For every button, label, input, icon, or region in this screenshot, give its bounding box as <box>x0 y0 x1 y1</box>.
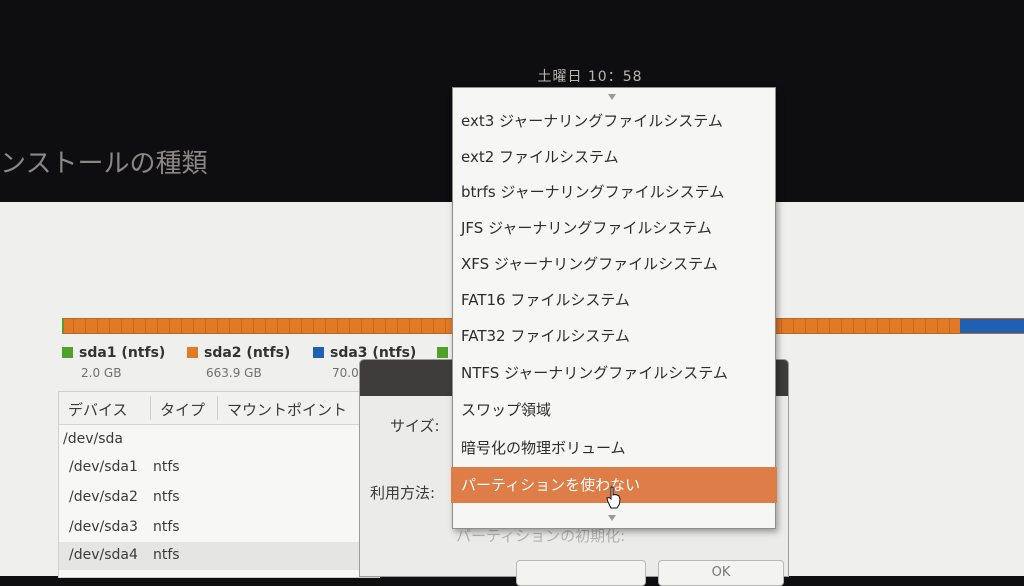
column-header-device[interactable]: デバイス <box>68 399 128 420</box>
legend-swatch <box>437 347 448 358</box>
menu-item-fat16[interactable]: FAT16 ファイルシステム <box>453 282 775 318</box>
menu-item-xfs[interactable]: XFS ジャーナリングファイルシステム <box>453 246 775 282</box>
menu-item-swap[interactable]: スワップ領域 <box>453 392 775 428</box>
legend-name: sda3 (ntfs) <box>330 345 417 361</box>
table-row[interactable]: /dev/sda1 ntfs <box>59 454 379 482</box>
device-cell: /dev/sda4 <box>69 547 138 563</box>
table-row-selected[interactable]: /dev/sda4 ntfs <box>59 542 379 570</box>
menu-item-ext2[interactable]: ext2 ファイルシステム <box>453 139 775 175</box>
column-divider <box>217 396 218 420</box>
partition-table[interactable]: デバイス タイプ マウントポイント /dev/sda /dev/sda1 ntf… <box>58 391 380 578</box>
table-header: デバイス タイプ マウントポイント <box>59 392 379 425</box>
legend-name: sda1 (ntfs) <box>79 345 166 361</box>
device-cell: /dev/sda <box>63 431 123 447</box>
disk-bar-segment-sda1 <box>62 319 64 333</box>
menu-item-btrfs[interactable]: btrfs ジャーナリングファイルシステム <box>453 174 775 210</box>
type-cell: ntfs <box>153 547 180 563</box>
menu-item-encrypted-volume[interactable]: 暗号化の物理ボリューム <box>453 430 775 466</box>
menu-item-fat32[interactable]: FAT32 ファイルシステム <box>453 318 775 354</box>
legend-swatch <box>187 347 198 358</box>
menu-item-jfs[interactable]: JFS ジャーナリングファイルシステム <box>453 210 775 246</box>
menu-item-ext3[interactable]: ext3 ジャーナリングファイルシステム <box>453 103 775 139</box>
type-cell: ntfs <box>153 489 180 505</box>
legend-size: 663.9 GB <box>206 366 262 380</box>
legend-name: sda2 (ntfs) <box>204 345 291 361</box>
type-cell: ntfs <box>153 519 180 535</box>
scroll-down-arrow-icon[interactable] <box>608 515 616 521</box>
device-cell: /dev/sda3 <box>69 519 138 535</box>
legend-item-sda1: sda1 (ntfs) 2.0 GB <box>62 345 165 380</box>
menu-item-ntfs[interactable]: NTFS ジャーナリングファイルシステム <box>453 355 775 391</box>
type-cell: ntfs <box>153 459 180 475</box>
table-row[interactable]: /dev/sda3 ntfs <box>59 514 379 542</box>
legend-swatch <box>313 347 324 358</box>
page-title: ンストールの種類 <box>0 149 208 179</box>
use-as-dropdown-menu[interactable]: ext3 ジャーナリングファイルシステム ext2 ファイルシステム btrfs… <box>451 87 777 529</box>
column-divider <box>150 396 151 420</box>
column-header-mountpoint[interactable]: マウントポイント <box>227 399 347 420</box>
device-cell: /dev/sda1 <box>69 459 138 475</box>
ok-button[interactable]: OK <box>658 560 784 586</box>
size-label: サイズ: <box>390 417 440 435</box>
table-row[interactable]: /dev/sda <box>59 426 379 454</box>
scroll-up-arrow-icon[interactable] <box>608 94 616 100</box>
legend-size: 2.0 GB <box>81 366 122 380</box>
top-bar-clock[interactable]: 土曜日 10：58 <box>0 66 1024 86</box>
legend-item-sda2: sda2 (ntfs) 663.9 GB <box>187 345 290 380</box>
table-row[interactable]: /dev/sda2 ntfs <box>59 484 379 512</box>
mouse-cursor-hand-icon <box>606 486 621 509</box>
cancel-button[interactable] <box>516 560 646 586</box>
column-header-type[interactable]: タイプ <box>160 399 205 420</box>
device-cell: /dev/sda2 <box>69 489 138 505</box>
disk-bar-segment-sda3 <box>960 319 1024 333</box>
use-as-label: 利用方法: <box>370 484 436 502</box>
legend-swatch <box>62 347 73 358</box>
